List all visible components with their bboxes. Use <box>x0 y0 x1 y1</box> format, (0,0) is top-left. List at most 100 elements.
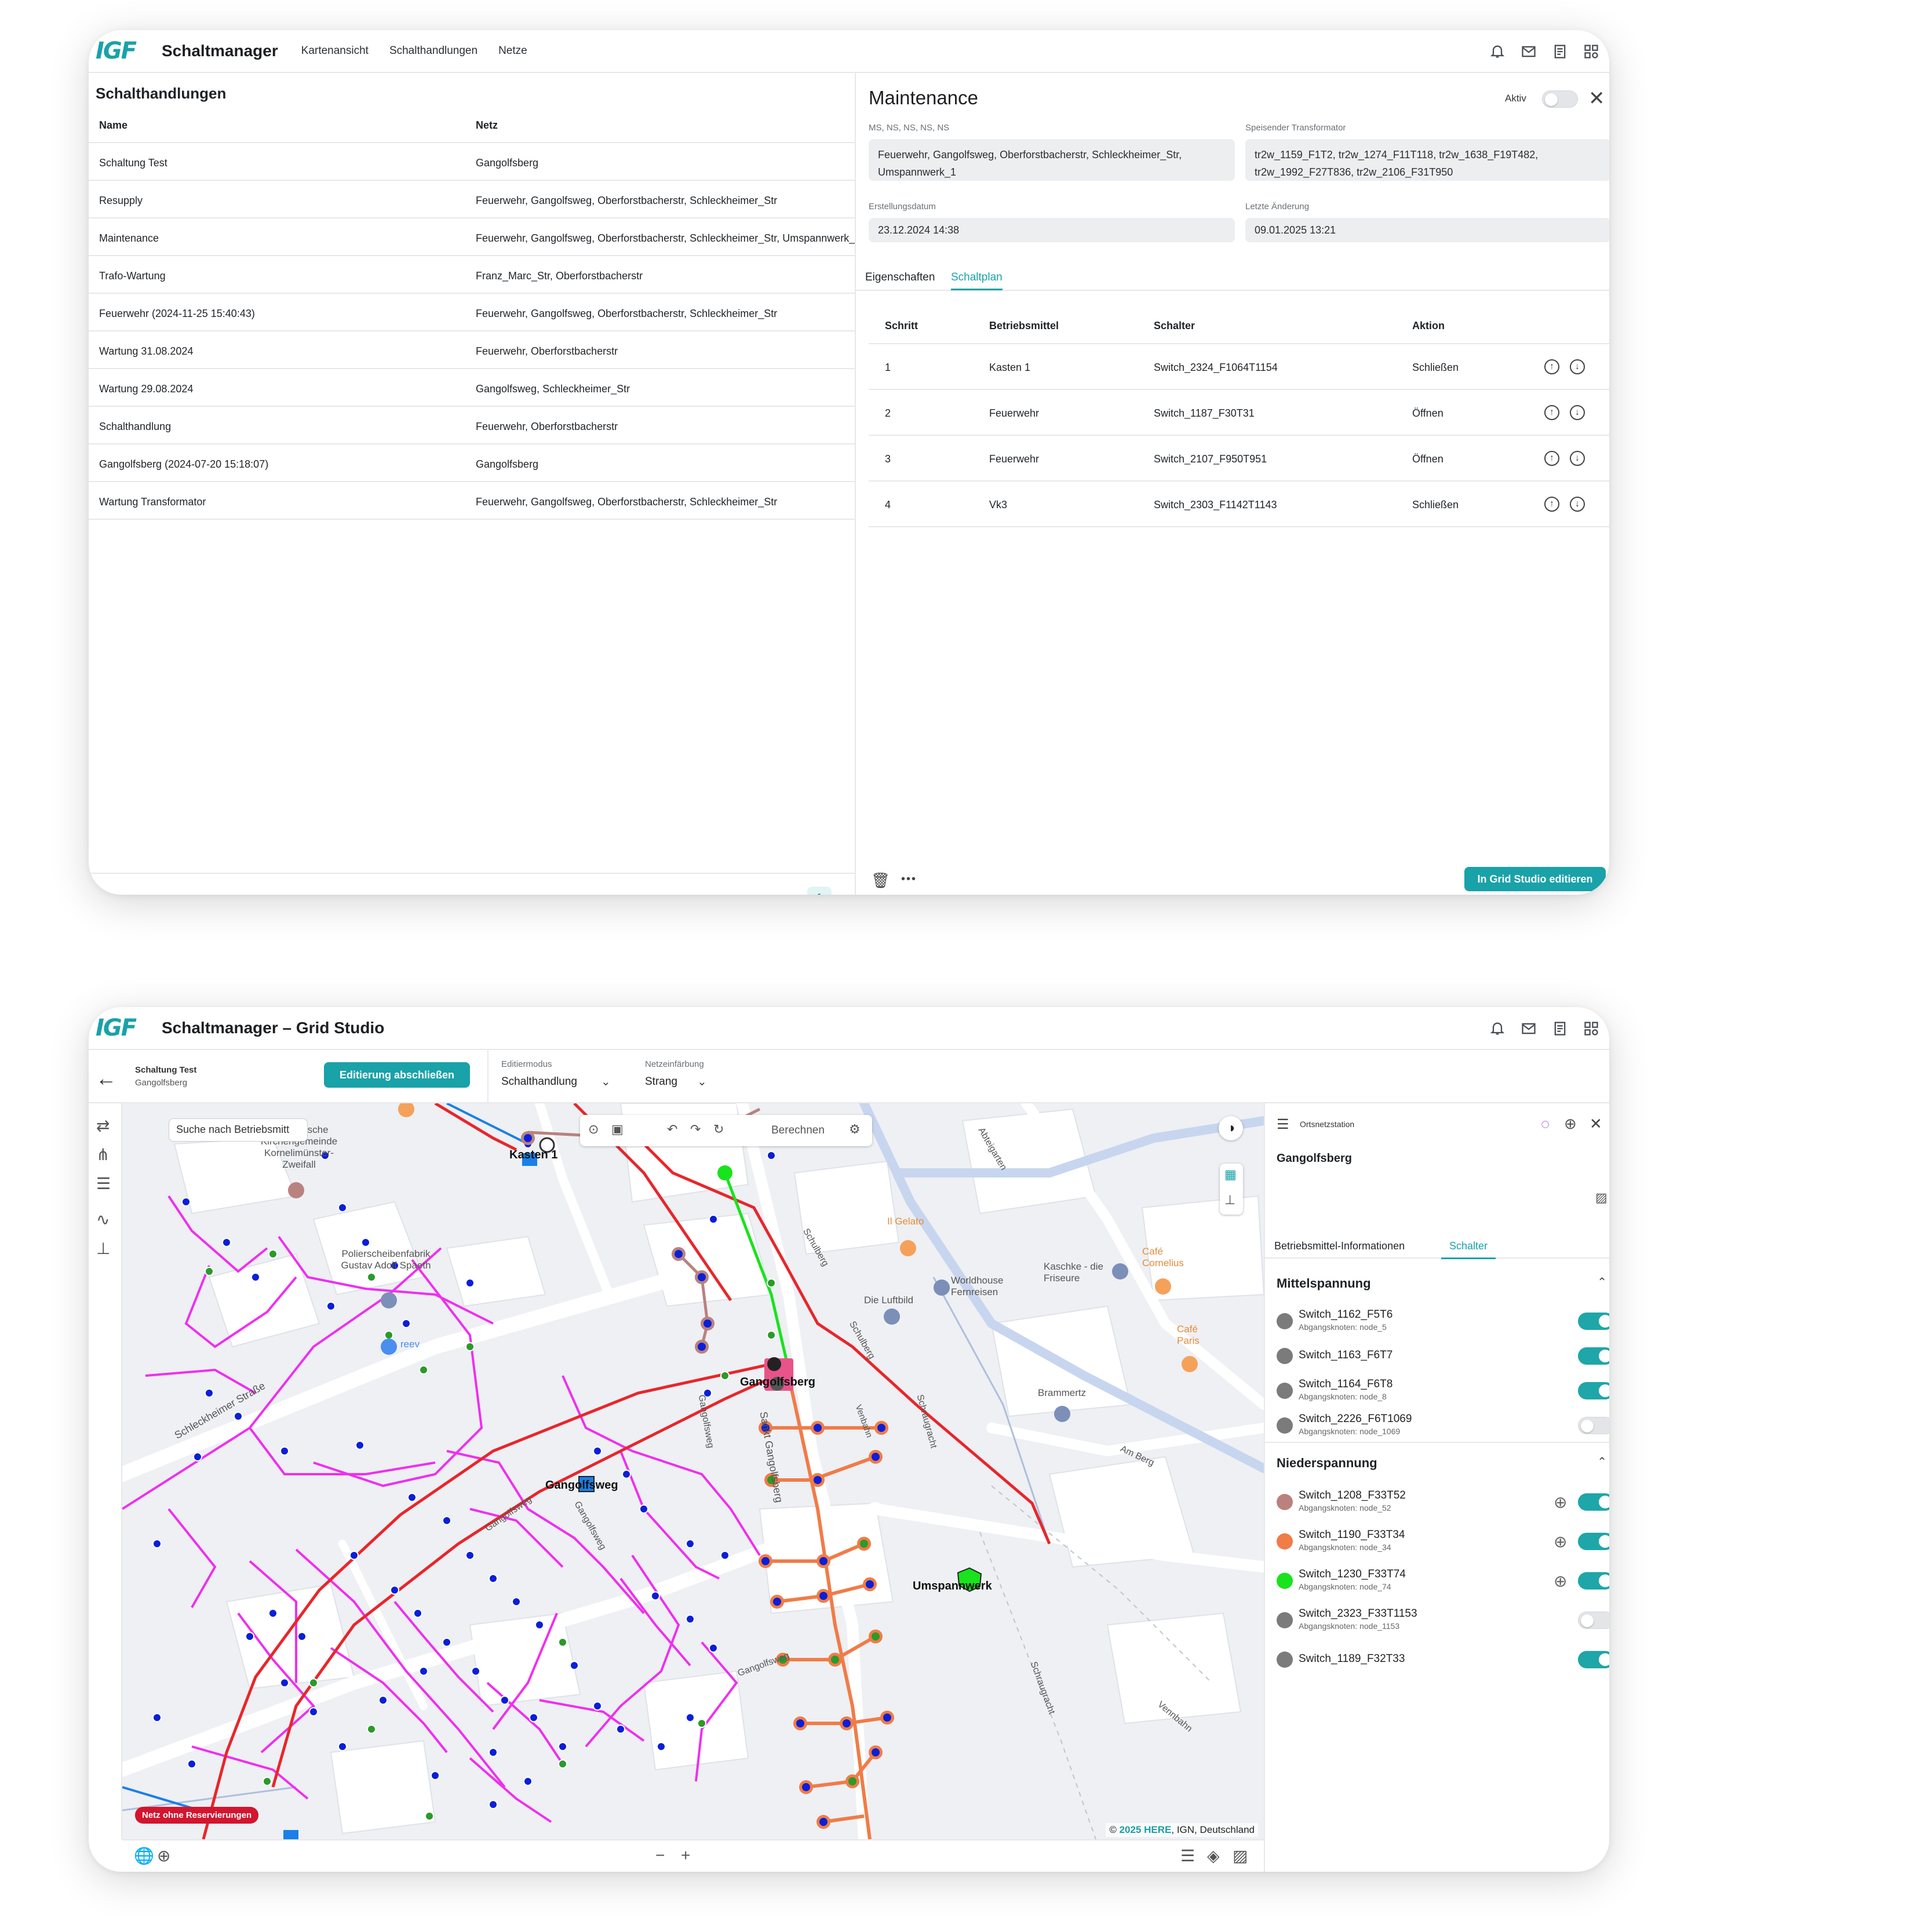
layers-icon[interactable]: ◈ <box>1207 1846 1220 1865</box>
zoom-in-button[interactable]: + <box>681 1846 690 1865</box>
image-icon[interactable]: ▨ <box>1233 1846 1248 1865</box>
arrow-up-icon[interactable]: ↑ <box>1544 405 1559 420</box>
close-icon[interactable]: ✕ <box>1590 1115 1602 1133</box>
table-row[interactable]: Schalthandlung Feuerwehr, Oberforstbache… <box>89 407 855 444</box>
bell-icon[interactable] <box>1489 1020 1506 1037</box>
map-search-input[interactable]: Suche nach Betriebsmitt <box>169 1118 308 1142</box>
locate-icon[interactable]: ⊕ <box>157 1846 170 1865</box>
switch-toggle[interactable] <box>1578 1347 1609 1365</box>
target-icon[interactable]: ⊕ <box>1564 1115 1577 1133</box>
switch-toggle[interactable] <box>1578 1651 1609 1668</box>
table-row[interactable]: Gangolfsberg (2024-07-20 15:18:07) Gango… <box>89 444 855 482</box>
palette-icon[interactable]: ◑ <box>1219 1116 1243 1140</box>
table-row[interactable]: Maintenance Feuerwehr, Gangolfsweg, Ober… <box>89 218 861 256</box>
menu-icon[interactable]: ☰ <box>1277 1116 1289 1133</box>
tab-betriebsmittel[interactable]: Betriebsmittel-Informationen <box>1274 1240 1405 1252</box>
arrow-up-icon[interactable]: ↑ <box>1544 497 1559 512</box>
row-name: Schalthandlung <box>99 421 172 432</box>
bell-icon[interactable] <box>1489 43 1506 60</box>
hierarchy-icon[interactable]: ⊥ <box>96 1239 110 1258</box>
network-icon[interactable]: ⋔ <box>96 1145 110 1164</box>
arrow-up-icon[interactable]: ↑ <box>1544 359 1559 374</box>
close-icon[interactable]: ✕ <box>1588 87 1605 110</box>
switch-toggle[interactable] <box>1578 1417 1609 1434</box>
prev-page-button[interactable]: ‹ <box>789 891 793 895</box>
schaltplan-row[interactable]: 2 Feuerwehr Switch_1187_F30T31 Öffnen ↑ … <box>869 390 1609 436</box>
mail-icon[interactable] <box>1520 43 1537 60</box>
first-page-button[interactable]: « <box>760 891 766 895</box>
mail-icon[interactable] <box>1520 1020 1537 1037</box>
back-arrow-icon[interactable]: ← <box>96 1066 116 1091</box>
nav-netze[interactable]: Netze <box>498 45 527 57</box>
switch-toggle[interactable] <box>1578 1572 1609 1590</box>
tab-schalter[interactable]: Schalter <box>1441 1240 1496 1259</box>
chevron-down-icon[interactable]: ⌄ <box>601 1074 611 1089</box>
switch-toggle[interactable] <box>1578 1533 1609 1550</box>
schaltplan-row[interactable]: 1 Kasten 1 Switch_2324_F1064T1154 Schlie… <box>869 344 1609 390</box>
table-row[interactable]: Trafo-Wartung Franz_Marc_Str, Oberforstb… <box>89 256 855 294</box>
table-row[interactable]: Schaltung Test Gangolfsberg <box>89 143 855 181</box>
chevron-up-icon[interactable]: ⌃ <box>1597 1275 1607 1289</box>
switch-toggle[interactable] <box>1578 1382 1609 1399</box>
switch-toggle[interactable] <box>1578 1612 1609 1629</box>
zoom-out-button[interactable]: − <box>655 1846 665 1865</box>
page-1-button[interactable]: 1 <box>807 887 832 895</box>
document-icon[interactable] <box>1551 43 1569 60</box>
map-view-icon[interactable]: ▦ <box>1224 1167 1237 1182</box>
switch-toggle[interactable] <box>1578 1313 1609 1330</box>
switch-row: Switch_2323_F33T1153 Abgangsknoten: node_… <box>1265 1603 1609 1639</box>
finish-editing-button[interactable]: Editierung abschließen <box>324 1062 470 1088</box>
chevron-down-icon[interactable]: ⌄ <box>697 1074 707 1089</box>
schaltplan-row[interactable]: 3 Feuerwehr Switch_2107_F950T951 Öffnen … <box>869 436 1609 482</box>
arrow-down-icon[interactable]: ↓ <box>1570 359 1585 374</box>
nav-kartenansicht[interactable]: Kartenansicht <box>301 45 369 57</box>
chart-icon[interactable]: ∿ <box>96 1210 110 1229</box>
target-icon[interactable]: ⊕ <box>1554 1532 1567 1551</box>
list-icon[interactable]: ☰ <box>1180 1846 1195 1865</box>
table-row[interactable]: Wartung Transformator Feuerwehr, Gangolf… <box>89 482 855 520</box>
coloring-select[interactable]: Strang <box>645 1076 677 1088</box>
switch-toggle[interactable] <box>1578 1493 1609 1511</box>
image-icon[interactable]: ▨ <box>1595 1190 1607 1205</box>
arrow-down-icon[interactable]: ↓ <box>1570 497 1585 512</box>
arrow-down-icon[interactable]: ↓ <box>1570 451 1585 466</box>
save-icon[interactable]: ▣ <box>611 1122 624 1137</box>
switch-row: Switch_1163_F6T7 <box>1265 1339 1609 1375</box>
comment-icon[interactable]: ◌ <box>1541 1115 1550 1133</box>
editmode-select[interactable]: Schalthandlung <box>501 1076 577 1088</box>
aktiv-toggle[interactable] <box>1542 90 1578 108</box>
arrow-up-icon[interactable]: ↑ <box>1544 451 1559 466</box>
target-icon[interactable]: ⊕ <box>1554 1493 1567 1512</box>
network-map[interactable]: Kasten 1 Gangolfsberg Gangolfsweg Umspan… <box>122 1103 1264 1839</box>
redo-icon[interactable]: ↷ <box>690 1122 701 1137</box>
tab-eigenschaften[interactable]: Eigenschaften <box>865 271 935 284</box>
table-row[interactable]: Wartung 31.08.2024 Feuerwehr, Oberforstb… <box>89 331 855 369</box>
next-page-button[interactable]: › <box>848 891 852 895</box>
schaltplan-row[interactable]: 4 Vk3 Switch_2303_F1142T1143 Schließen ↑… <box>869 482 1609 527</box>
calculate-button[interactable]: Berechnen <box>771 1124 825 1137</box>
table-row[interactable]: Wartung 29.08.2024 Gangolfsweg, Schleckh… <box>89 369 855 407</box>
apps-icon[interactable] <box>1583 43 1600 60</box>
undo-icon[interactable]: ↶ <box>667 1122 677 1137</box>
refresh-icon[interactable]: ↻ <box>713 1122 724 1137</box>
table-row[interactable]: Resupply Feuerwehr, Gangolfsweg, Oberfor… <box>89 181 855 218</box>
apps-icon[interactable] <box>1583 1020 1600 1037</box>
more-icon[interactable]: ••• <box>901 873 917 886</box>
list-filter-icon[interactable]: ☰ <box>96 1174 111 1193</box>
swap-icon[interactable]: ⇄ <box>96 1116 110 1135</box>
row-netz: Feuerwehr, Oberforstbacherstr <box>476 421 618 432</box>
check-icon[interactable]: ⊙ <box>588 1122 599 1137</box>
edit-in-grid-studio-button[interactable]: In Grid Studio editieren <box>1464 867 1606 891</box>
schema-view-icon[interactable]: ⊥ <box>1224 1193 1235 1208</box>
step-aktion: Öffnen <box>1412 407 1443 419</box>
target-icon[interactable]: ⊕ <box>1554 1572 1567 1591</box>
globe-icon[interactable]: 🌐 <box>134 1846 154 1865</box>
tab-schaltplan[interactable]: Schaltplan <box>951 271 1003 290</box>
settings-icon[interactable]: ⚙ <box>849 1122 861 1137</box>
document-icon[interactable] <box>1551 1020 1569 1037</box>
arrow-down-icon[interactable]: ↓ <box>1570 405 1585 420</box>
trash-icon[interactable]: 🗑 <box>871 872 890 890</box>
chevron-up-icon[interactable]: ⌃ <box>1597 1455 1607 1469</box>
table-row[interactable]: Feuerwehr (2024-11-25 15:40:43) Feuerweh… <box>89 294 855 331</box>
nav-schalthandlungen[interactable]: Schalthandlungen <box>389 45 477 57</box>
